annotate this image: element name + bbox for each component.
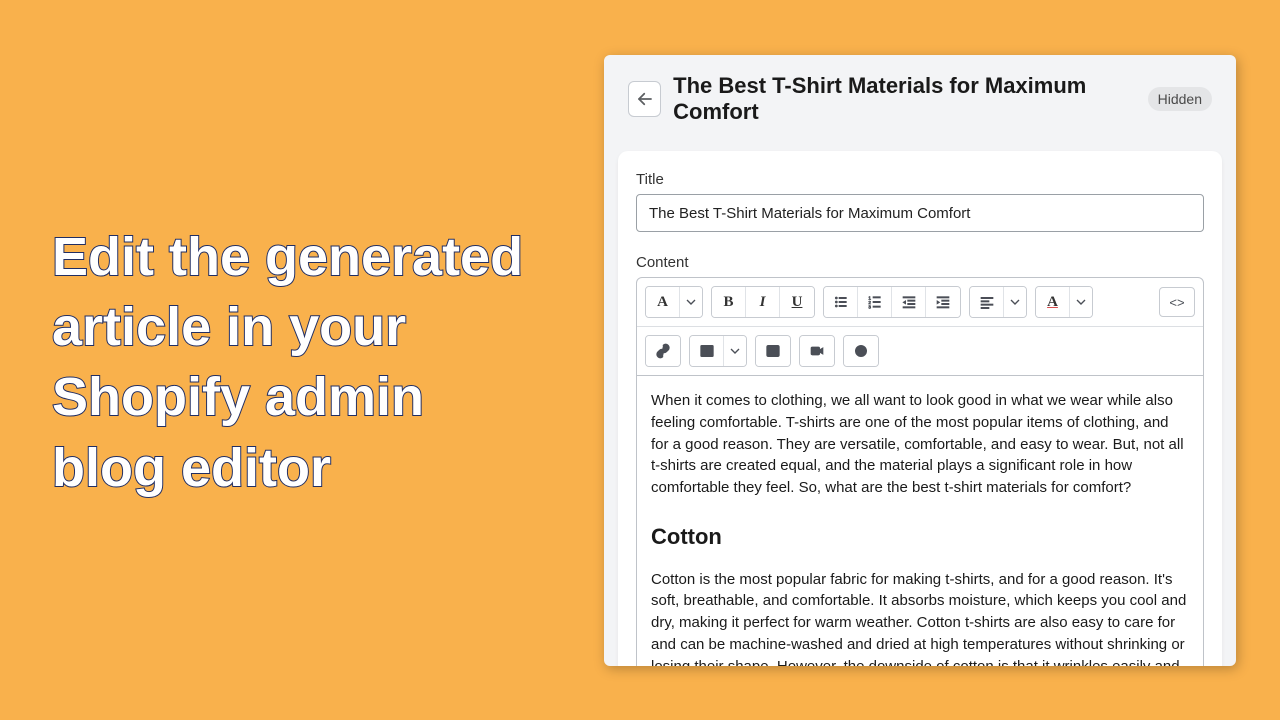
chevron-down-icon bbox=[727, 343, 743, 359]
page-header: The Best T-Shirt Materials for Maximum C… bbox=[604, 55, 1236, 151]
content-editor[interactable]: When it comes to clothing, we all want t… bbox=[636, 376, 1204, 666]
table-dropdown[interactable] bbox=[724, 336, 746, 366]
article-edit-card: Title Content A B I U bbox=[618, 151, 1222, 666]
indent-icon bbox=[935, 294, 951, 310]
align-button[interactable] bbox=[970, 287, 1004, 317]
table-icon bbox=[699, 343, 715, 359]
status-badge: Hidden bbox=[1148, 87, 1212, 111]
bold-button[interactable]: B bbox=[712, 287, 746, 317]
outdent-button[interactable] bbox=[892, 287, 926, 317]
chevron-down-icon bbox=[683, 294, 699, 310]
insert-video-button[interactable] bbox=[800, 336, 834, 366]
article-intro: When it comes to clothing, we all want t… bbox=[651, 390, 1189, 499]
paragraph-style-button[interactable]: A bbox=[646, 287, 680, 317]
link-icon bbox=[655, 343, 671, 359]
underline-button[interactable]: U bbox=[780, 287, 814, 317]
page-title: The Best T-Shirt Materials for Maximum C… bbox=[673, 73, 1135, 125]
svg-text:3: 3 bbox=[868, 305, 871, 310]
numbered-list-icon: 123 bbox=[867, 294, 883, 310]
align-dropdown[interactable] bbox=[1004, 287, 1026, 317]
code-icon: <> bbox=[1169, 295, 1184, 310]
image-icon bbox=[765, 343, 781, 359]
italic-button[interactable]: I bbox=[746, 287, 780, 317]
bullet-list-button[interactable] bbox=[824, 287, 858, 317]
insert-link-button[interactable] bbox=[646, 336, 680, 366]
indent-button[interactable] bbox=[926, 287, 960, 317]
text-color-button[interactable]: A bbox=[1036, 287, 1070, 317]
video-icon bbox=[809, 343, 825, 359]
title-input[interactable] bbox=[636, 194, 1204, 232]
chevron-down-icon bbox=[1007, 294, 1023, 310]
marketing-headline: Edit the generated article in your Shopi… bbox=[52, 222, 552, 503]
chevron-down-icon bbox=[1073, 294, 1089, 310]
article-paragraph-cotton: Cotton is the most popular fabric for ma… bbox=[651, 569, 1189, 666]
clear-format-icon bbox=[853, 343, 869, 359]
back-button[interactable] bbox=[628, 81, 661, 117]
align-left-icon bbox=[979, 294, 995, 310]
rte-toolbar: A B I U bbox=[636, 277, 1204, 376]
insert-table-button[interactable] bbox=[690, 336, 724, 366]
content-label: Content bbox=[636, 254, 1204, 271]
view-html-button[interactable]: <> bbox=[1159, 287, 1195, 317]
title-label: Title bbox=[636, 171, 1204, 188]
admin-editor-window: The Best T-Shirt Materials for Maximum C… bbox=[604, 55, 1236, 666]
numbered-list-button[interactable]: 123 bbox=[858, 287, 892, 317]
text-color-dropdown[interactable] bbox=[1070, 287, 1092, 317]
clear-formatting-button[interactable] bbox=[844, 336, 878, 366]
paragraph-style-dropdown[interactable] bbox=[680, 287, 702, 317]
insert-image-button[interactable] bbox=[756, 336, 790, 366]
article-heading-cotton: Cotton bbox=[651, 521, 1189, 553]
bullet-list-icon bbox=[833, 294, 849, 310]
outdent-icon bbox=[901, 294, 917, 310]
arrow-left-icon bbox=[636, 90, 654, 108]
